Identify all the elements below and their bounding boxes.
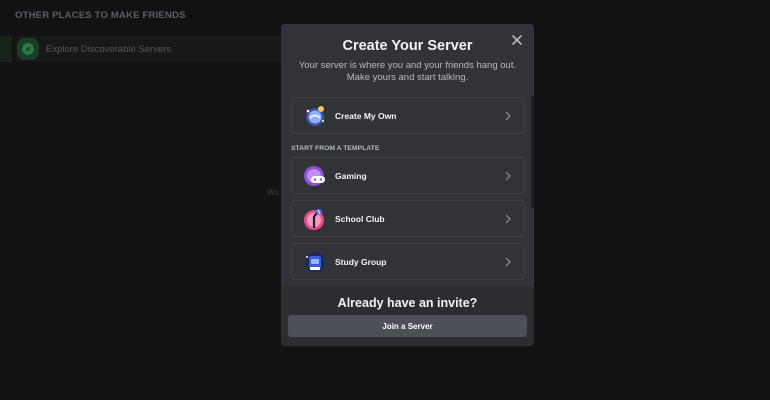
create-my-own-icon — [306, 105, 325, 126]
template-study-group-option[interactable]: Study Group — [291, 243, 525, 280]
invite-prompt: Already have an invite? — [337, 296, 478, 310]
template-school-club-option[interactable]: School Club — [291, 200, 525, 237]
selection-indicator — [0, 36, 12, 62]
partial-text: Wu — [267, 188, 279, 197]
template-section-header: START FROM A TEMPLATE — [291, 145, 380, 152]
options-scrollbar[interactable] — [531, 96, 534, 208]
study-group-icon — [305, 251, 325, 272]
create-server-modal: Create Your Server Your server is where … — [281, 24, 534, 346]
join-server-button[interactable]: Join a Server — [288, 315, 527, 337]
chevron-right-icon — [505, 111, 511, 120]
create-my-own-label: Create My Own — [335, 110, 397, 121]
explore-servers-label: Explore Discoverable Servers — [46, 43, 172, 55]
section-title: OTHER PLACES TO MAKE FRIENDS — [15, 10, 186, 21]
template-study-group-label: Study Group — [335, 256, 387, 267]
server-options-list: Create My Own START FROM A TEMPLATE Gami… — [290, 96, 527, 284]
create-my-own-option[interactable]: Create My Own — [291, 97, 525, 134]
modal-title: Create Your Server — [342, 38, 473, 54]
template-school-club-label: School Club — [335, 213, 385, 224]
chevron-right-icon — [505, 214, 511, 223]
school-club-icon — [304, 208, 324, 230]
modal-subtitle: Your server is where you and your friend… — [298, 60, 517, 83]
template-gaming-label: Gaming — [335, 170, 367, 181]
modal-footer: Already have an invite? Join a Server — [281, 286, 534, 346]
explore-servers-item[interactable]: Explore Discoverable Servers — [15, 36, 285, 62]
compass-icon — [17, 38, 39, 60]
template-gaming-option[interactable]: Gaming — [291, 157, 525, 194]
chevron-right-icon — [505, 171, 511, 180]
chevron-right-icon — [505, 257, 511, 266]
gaming-icon — [304, 165, 325, 186]
